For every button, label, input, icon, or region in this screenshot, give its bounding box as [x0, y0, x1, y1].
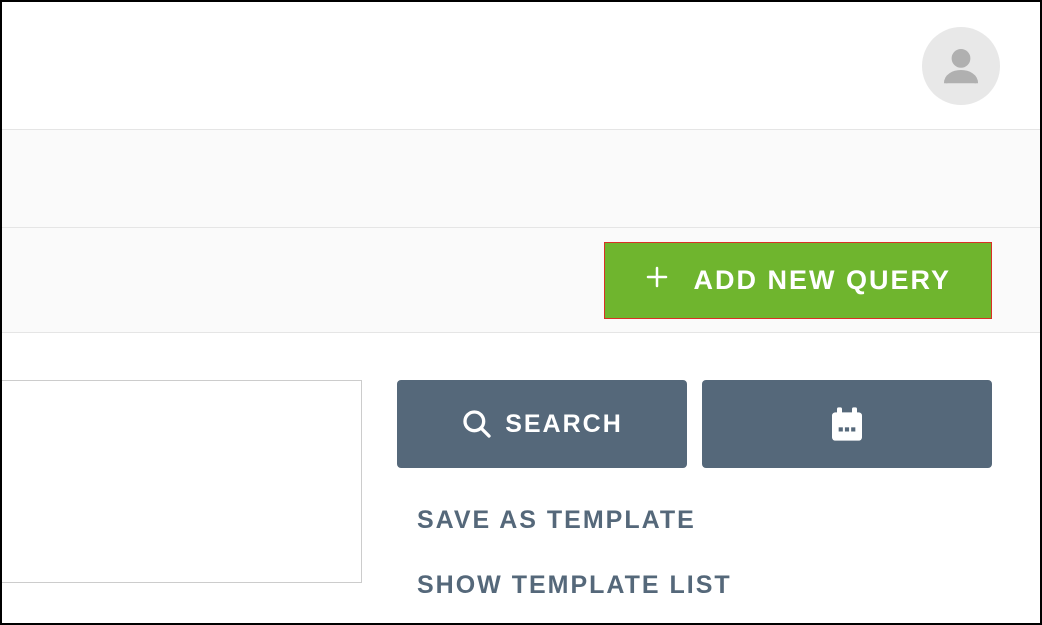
search-button-label: SEARCH — [505, 410, 623, 439]
main-area: SEARCH SAVE AS TEMPLATE SHOW TEMPLATE LI… — [2, 333, 1040, 600]
query-panel[interactable] — [2, 380, 362, 583]
section-blank — [2, 130, 1040, 228]
save-as-template-link[interactable]: SAVE AS TEMPLATE — [417, 506, 992, 535]
plus-icon — [645, 265, 669, 295]
add-new-query-button[interactable]: ADD NEW QUERY — [604, 242, 992, 319]
right-controls: SEARCH SAVE AS TEMPLATE SHOW TEMPLATE LI… — [362, 380, 1040, 600]
text-links: SAVE AS TEMPLATE SHOW TEMPLATE LIST — [397, 506, 992, 600]
show-template-list-link[interactable]: SHOW TEMPLATE LIST — [417, 571, 992, 600]
user-icon — [938, 43, 984, 89]
calendar-button[interactable] — [702, 380, 992, 468]
search-button[interactable]: SEARCH — [397, 380, 687, 468]
user-avatar[interactable] — [922, 27, 1000, 105]
calendar-icon — [827, 404, 867, 444]
section-actions: ADD NEW QUERY — [2, 228, 1040, 333]
search-icon — [461, 408, 493, 440]
header-bar — [2, 2, 1040, 130]
button-row: SEARCH — [397, 380, 992, 468]
add-new-query-label: ADD NEW QUERY — [693, 265, 951, 296]
